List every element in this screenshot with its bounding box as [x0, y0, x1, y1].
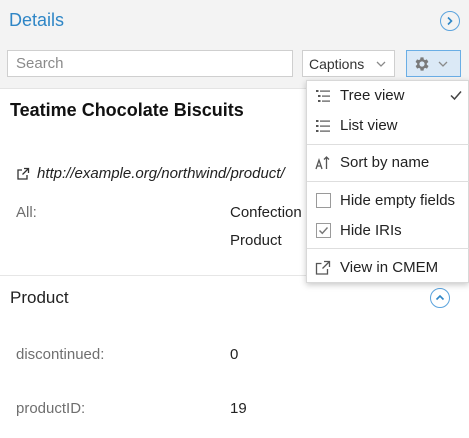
tree-view-icon — [316, 90, 330, 102]
menu-item-list-view[interactable]: List view — [307, 113, 469, 139]
menu-item-label: Sort by name — [340, 154, 430, 171]
menu-item-label: Tree view — [340, 87, 405, 104]
details-panel: Details Captions Teatime Chocolate Biscu… — [0, 0, 469, 438]
menu-item-label: View in CMEM — [340, 259, 439, 276]
type-value: Product — [230, 232, 282, 249]
external-link-icon — [315, 260, 331, 275]
checkmark-icon — [450, 91, 462, 101]
collapse-panel-button[interactable] — [440, 11, 460, 31]
menu-item-label: Hide IRIs — [340, 222, 402, 239]
captions-select-value: Captions — [309, 55, 365, 72]
chevron-right-icon — [447, 16, 453, 26]
details-header: Details Captions — [0, 0, 469, 89]
checkbox-checked-icon[interactable] — [316, 223, 331, 238]
menu-item-sort-by-name[interactable]: Sort by name — [307, 150, 469, 176]
captions-select[interactable]: Captions — [302, 50, 395, 77]
property-value: 0 — [230, 346, 239, 363]
menu-item-label: List view — [340, 117, 398, 134]
chevron-up-icon — [435, 294, 445, 301]
menu-item-hide-empty-fields[interactable]: Hide empty fields — [307, 188, 469, 214]
search-input[interactable] — [7, 50, 293, 77]
collapse-section-button[interactable] — [430, 288, 450, 308]
menu-item-hide-iris[interactable]: Hide IRIs — [307, 218, 469, 244]
gear-icon — [415, 56, 429, 71]
menu-separator — [307, 181, 469, 182]
chevron-down-icon — [376, 61, 386, 67]
property-value: 19 — [230, 400, 247, 417]
all-types-label: All: — [16, 204, 37, 221]
menu-separator — [307, 248, 469, 249]
settings-dropdown-menu: Tree view List view Sort by name Hide em… — [306, 80, 469, 283]
sort-alpha-icon — [315, 156, 330, 170]
menu-item-label: Hide empty fields — [340, 192, 456, 209]
external-link-icon — [17, 167, 30, 180]
chevron-down-icon — [438, 61, 448, 67]
entity-title: Teatime Chocolate Biscuits — [10, 100, 244, 120]
property-label: productID: — [16, 400, 86, 417]
menu-separator — [307, 144, 469, 145]
type-value: Confection — [230, 204, 302, 221]
checkmark-icon — [319, 227, 329, 235]
settings-menu-button[interactable] — [406, 50, 461, 77]
entity-iri: http://example.org/northwind/product/ — [37, 165, 285, 182]
property-label: discontinued: — [16, 346, 105, 363]
menu-item-view-in-cmem[interactable]: View in CMEM — [307, 255, 469, 281]
checkbox-icon[interactable] — [316, 193, 331, 208]
menu-item-tree-view[interactable]: Tree view — [307, 83, 469, 109]
panel-title: Details — [9, 10, 65, 30]
section-title-product: Product — [10, 288, 69, 307]
entity-iri-link[interactable]: http://example.org/northwind/product/ — [16, 165, 285, 182]
list-view-icon — [316, 120, 330, 132]
